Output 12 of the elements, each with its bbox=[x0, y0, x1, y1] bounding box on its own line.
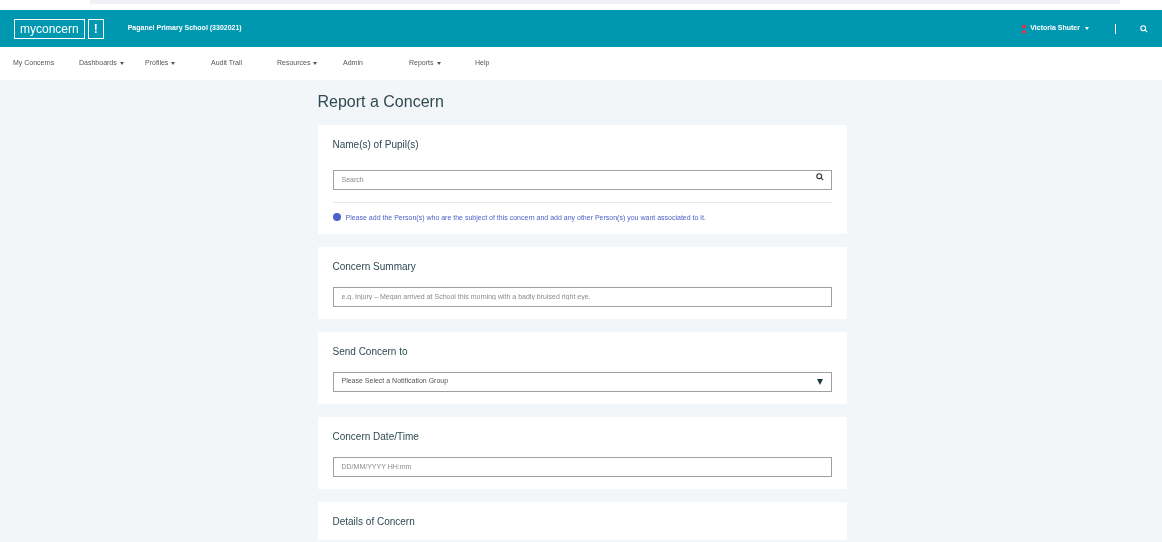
search-icon[interactable] bbox=[1140, 24, 1148, 33]
info-icon bbox=[332, 213, 341, 221]
section-title: Name(s) of Pupil(s) bbox=[332, 139, 420, 151]
page-title: Report a Concern bbox=[317, 92, 445, 112]
caret-icon bbox=[816, 378, 823, 385]
section-title: Concern Summary bbox=[332, 260, 417, 273]
section-title: Send Concern to bbox=[332, 345, 409, 358]
search-icon bbox=[815, 173, 824, 182]
user-icon bbox=[1021, 24, 1029, 33]
section-title: Details of Concern bbox=[332, 515, 416, 528]
caret-icon bbox=[1085, 27, 1089, 30]
section-title: Concern Date/Time bbox=[332, 430, 420, 443]
